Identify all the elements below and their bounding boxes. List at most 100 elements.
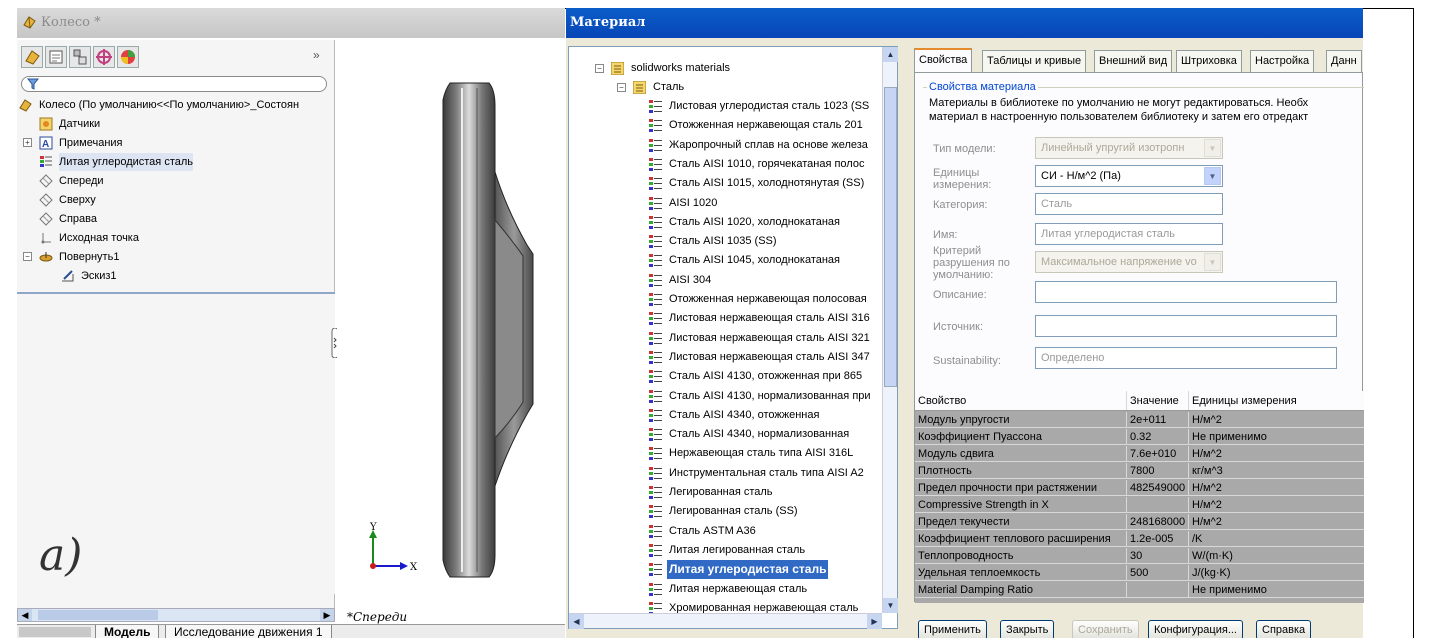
material-label: Легированная сталь [669, 486, 773, 498]
library-icon [633, 81, 646, 94]
tab-appearance[interactable]: Внешний вид [1094, 50, 1173, 72]
scroll-right-icon[interactable]: ▶ [320, 609, 334, 621]
units-select[interactable]: СИ - Н/м^2 (Па) ▼ [1035, 165, 1223, 187]
axis-x-label: X [410, 562, 418, 573]
column-header: Значение [1127, 391, 1189, 410]
table-row[interactable]: Модуль упругости 2e+011 Н/м^2 [915, 412, 1364, 428]
units-value: СИ - Н/м^2 (Па) [1041, 170, 1121, 182]
material-label: Листовая нержавеющая сталь AISI 321 [669, 331, 870, 344]
property-units: кг/м^3 [1192, 465, 1223, 477]
property-name: Модуль сдвига [915, 446, 1127, 461]
property-manager-tab[interactable] [45, 46, 67, 68]
material-label: Отожженная нержавеющая полосовая [669, 293, 867, 305]
table-row[interactable]: Material Damping Ratio Не применимо [915, 582, 1364, 598]
material-label: Сталь ASTM A36 [669, 524, 756, 537]
library-icon [611, 62, 624, 75]
table-row[interactable]: Коэффициент Пуассона 0.32 Не применимо [915, 429, 1364, 445]
material-label: Жаропрочный сплав на основе железа [669, 138, 868, 151]
source-field[interactable] [1035, 315, 1337, 337]
tree-item-label: Сверху [59, 194, 96, 206]
library-horizontal-scrollbar[interactable]: ◀ ▶ [569, 613, 882, 629]
table-row[interactable]: Коэффициент теплового расширения 1.2e-005… [915, 531, 1364, 547]
graphics-viewport[interactable]: Y X *Спереди [337, 40, 565, 624]
configuration-button[interactable]: Конфигурация... [1148, 620, 1243, 638]
property-name: Плотность [915, 463, 1127, 478]
material-icon [649, 524, 662, 538]
material-label: Сталь AISI 1010, горячекатаная полос [669, 157, 865, 170]
appearance-icon [121, 50, 135, 64]
material-icon [649, 157, 662, 171]
solidworks-titlebar: Колесо * [17, 8, 565, 38]
library-vertical-scrollbar[interactable]: ▲ ▼ [882, 47, 898, 613]
scroll-up-icon[interactable]: ▲ [883, 47, 898, 62]
tab-tables-curves[interactable]: Таблицы и кривые [982, 50, 1087, 72]
collapse-minus-icon[interactable]: − [23, 252, 32, 261]
scroll-down-icon[interactable]: ▼ [883, 598, 898, 613]
material-icon [649, 119, 662, 133]
failure-criterion-select[interactable]: Максимальное напряжение vo ▼ [1035, 251, 1223, 273]
tree-item-label: Эскиз1 [81, 270, 117, 282]
property-units: Не применимо [1192, 584, 1267, 596]
property-name: Предел прочности при растяжении [915, 480, 1127, 495]
material-icon [649, 254, 662, 268]
description-field[interactable] [1035, 281, 1337, 303]
property-value: 7800 [1127, 463, 1189, 478]
help-button[interactable]: Справка [1256, 620, 1312, 638]
axis-y-label: Y [370, 522, 377, 533]
configuration-manager-tab[interactable] [69, 46, 91, 68]
table-row[interactable]: Модуль сдвига 7.6e+010 Н/м^2 [915, 446, 1364, 462]
category-label: Категория: [933, 199, 988, 211]
chevron-down-icon[interactable]: ▼ [1204, 167, 1221, 185]
tab-motion-study[interactable]: Исследование движения 1 [165, 625, 332, 638]
scroll-right-icon[interactable]: ▶ [867, 614, 882, 629]
bottom-tabs: Модель Исследование движения 1 [17, 624, 565, 638]
save-button[interactable]: Сохранить [1072, 620, 1139, 638]
scroll-left-icon[interactable]: ◀ [569, 614, 584, 629]
scroll-thumb[interactable] [884, 87, 897, 387]
property-name: Предел текучести [915, 514, 1127, 529]
material-label: Листовая нержавеющая сталь AISI 347 [669, 350, 870, 363]
property-units: J/(kg·K) [1192, 567, 1231, 579]
name-field[interactable]: Литая углеродистая сталь [1035, 223, 1223, 245]
property-units: Не применимо [1192, 431, 1267, 443]
feature-tree-tab[interactable] [21, 46, 43, 68]
close-button[interactable]: Закрыть [1000, 620, 1055, 638]
tab-settings[interactable]: Настройка [1250, 50, 1315, 72]
readonly-note-line: материал в настроенную пользователем биб… [929, 111, 1309, 123]
material-label: Отожженная нержавеющая сталь 201 [669, 119, 863, 132]
tab-navigation-arrows[interactable] [19, 627, 91, 637]
dimxpert-tab[interactable] [93, 46, 115, 68]
collapse-minus-icon[interactable]: − [617, 83, 626, 92]
sustainability-field[interactable]: Определено [1035, 347, 1337, 369]
table-row[interactable]: Удельная теплоемкость 500 J/(kg·K) [915, 565, 1364, 581]
properties-tabs: Свойства Таблицы и кривые Внешний вид Шт… [914, 48, 1363, 72]
material-icon [649, 428, 662, 442]
collapse-minus-icon[interactable]: − [595, 64, 604, 73]
apply-button[interactable]: Применить [918, 620, 987, 638]
horizontal-scrollbar[interactable]: ◀ ▶ [17, 608, 335, 622]
tab-properties[interactable]: Свойства [914, 48, 973, 72]
table-row[interactable]: Предел прочности при растяжении 482549000… [915, 480, 1364, 496]
material-label: Сталь AISI 1045, холоднокатаная [669, 254, 840, 267]
expand-plus-icon[interactable]: + [23, 138, 32, 147]
material-label: Инструментальная сталь типа AISI A2 [669, 466, 864, 479]
tree-filter-input[interactable] [21, 76, 327, 92]
tab-model[interactable]: Модель [95, 625, 160, 638]
table-row[interactable]: Compressive Strength in X Н/м^2 [915, 497, 1364, 513]
tab-hatching[interactable]: Штриховка [1176, 50, 1242, 72]
table-row[interactable]: Плотность 7800 кг/м^3 [915, 463, 1364, 479]
scroll-thumb[interactable] [38, 610, 158, 620]
expand-chevron-icon[interactable]: » [313, 48, 320, 62]
right-margin [1366, 8, 1429, 638]
model-type-select[interactable]: Линейный упругий изотропн ▼ [1035, 137, 1223, 159]
appearance-tab[interactable] [117, 46, 139, 68]
tab-data[interactable]: Данн [1326, 50, 1362, 72]
category-field[interactable]: Сталь [1035, 193, 1223, 215]
table-row[interactable]: Предел текучести 248168000 Н/м^2 [915, 514, 1364, 530]
sketch-icon [62, 270, 74, 282]
view-orientation-label: *Спереди [347, 610, 408, 624]
material-icon [649, 235, 662, 249]
table-row[interactable]: Теплопроводность 30 W/(m·K) [915, 548, 1364, 564]
scroll-left-icon[interactable]: ◀ [18, 609, 32, 621]
property-value: 1.2e-005 [1127, 531, 1189, 546]
